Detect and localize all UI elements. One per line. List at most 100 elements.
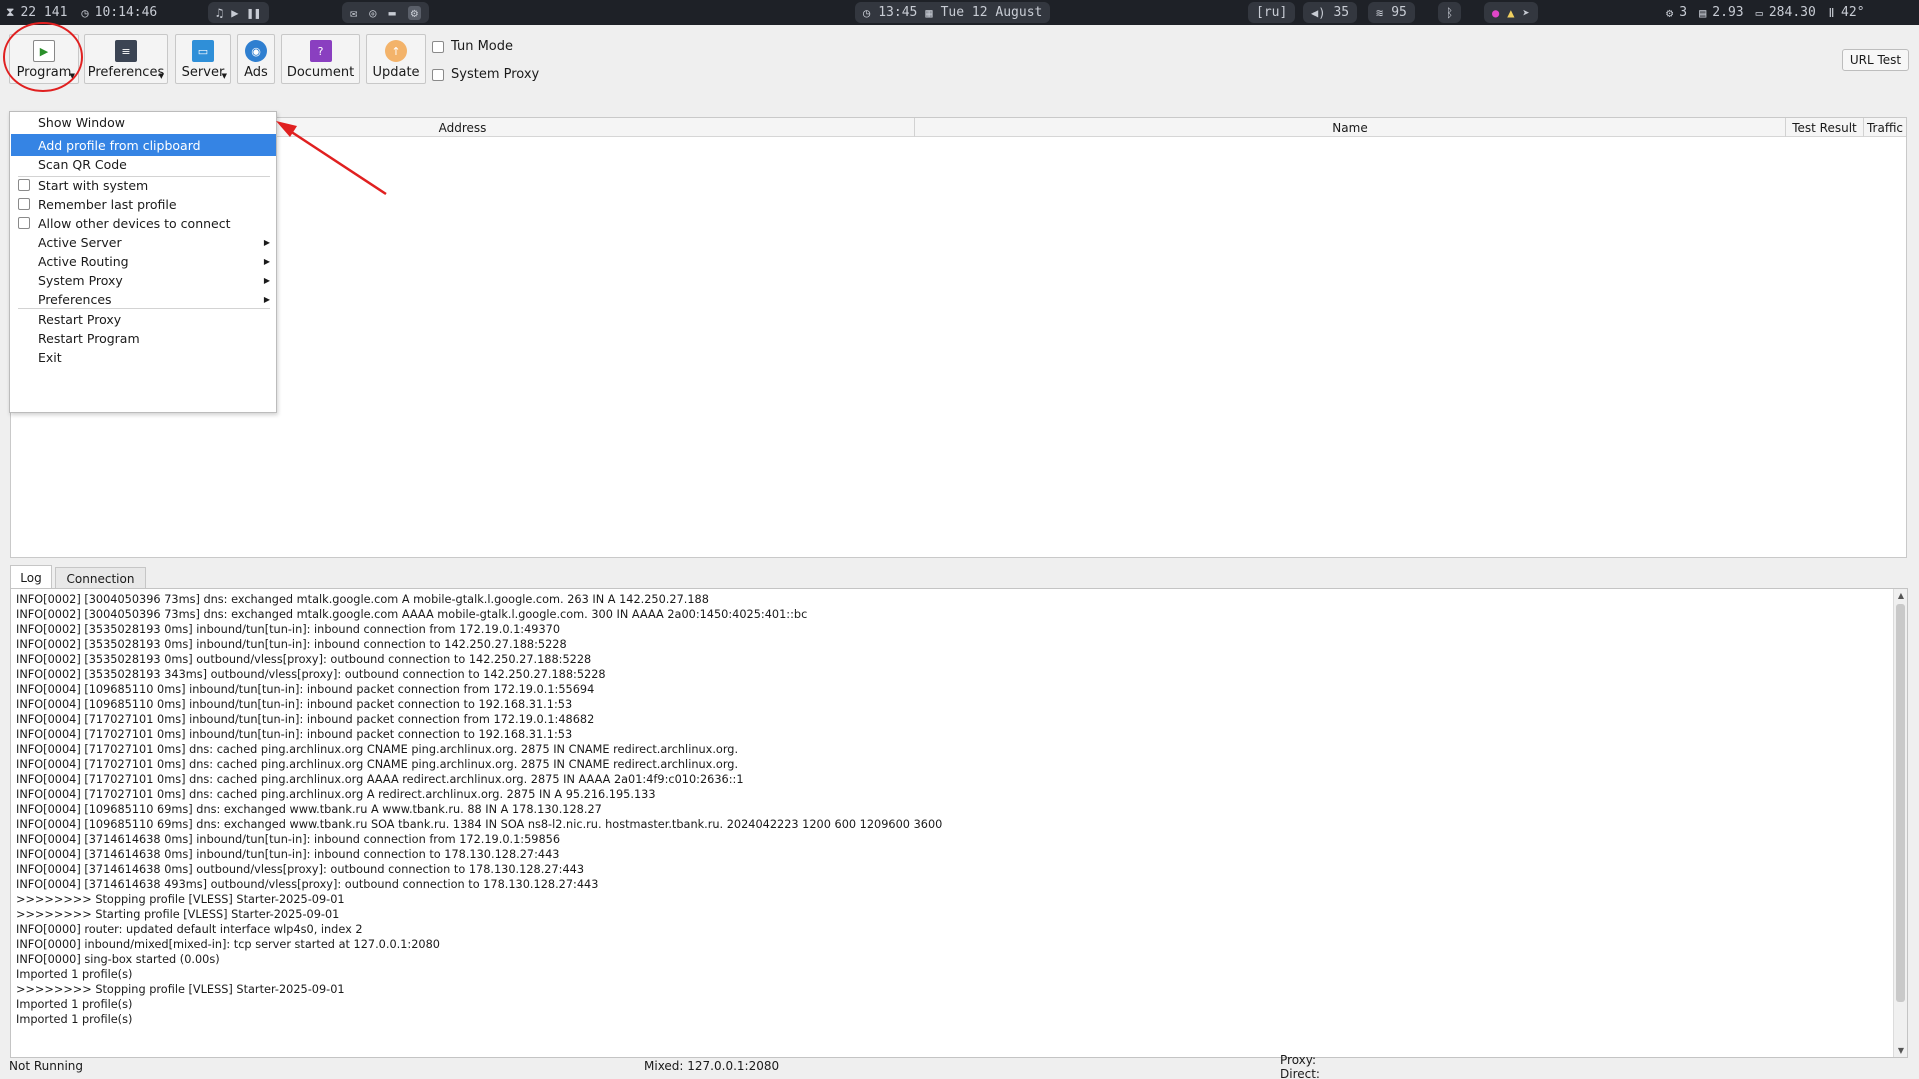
log-line: Imported 1 profile(s) [16, 968, 133, 981]
log-line: INFO[0000] router: updated default inter… [16, 923, 363, 936]
browser-icon[interactable]: ◎ [369, 6, 376, 20]
document-button[interactable]: ? Document [281, 34, 360, 84]
keyboard-layout[interactable]: [ru] [1248, 2, 1296, 23]
preferences-icon: ≡ [115, 40, 137, 62]
tab-log[interactable]: Log [10, 565, 52, 589]
bluetooth-icon: ᛒ [1446, 5, 1454, 20]
profile-table[interactable]: Address Name Test Result Traffic [10, 117, 1907, 558]
scroll-down-icon[interactable]: ▼ [1894, 1044, 1907, 1057]
ads-label: Ads [244, 65, 268, 80]
server-button[interactable]: ▭ Server ▼ [175, 34, 231, 84]
log-line: INFO[0004] [717027101 0ms] dns: cached p… [16, 743, 739, 756]
log-line: INFO[0004] [109685110 69ms] dns: exchang… [16, 818, 943, 831]
wifi-text: 95 [1391, 5, 1407, 20]
dropdown-arrow-icon: ▼ [158, 72, 164, 80]
column-address-label: Address [438, 120, 487, 135]
program-button[interactable]: ▶ Program ▼ [9, 34, 79, 84]
menu-item-label: Preferences [38, 291, 112, 307]
clock-widget[interactable]: ◷ 13:45 ▦ Tue 12 August [855, 2, 1051, 23]
log-line: INFO[0002] [3535028193 0ms] inbound/tun[… [16, 638, 567, 651]
update-button[interactable]: ↑ Update [366, 34, 426, 84]
system-proxy-box[interactable] [432, 68, 444, 81]
checkbox-icon[interactable] [18, 179, 30, 191]
url-test-button[interactable]: URL Test [1842, 49, 1909, 71]
log-line: >>>>>>>> Stopping profile [VLESS] Starte… [16, 983, 345, 996]
menu-item-label: Scan QR Code [38, 156, 127, 172]
submenu-arrow-icon: ▶ [263, 275, 270, 285]
volume-icon: ◀) [1311, 5, 1326, 20]
scroll-up-icon[interactable]: ▲ [1894, 589, 1907, 602]
settings-icon[interactable]: ⚙ [407, 5, 421, 20]
log-panel[interactable]: INFO[0002] [3004050396 73ms] dns: exchan… [10, 588, 1908, 1058]
bluetooth-widget[interactable]: ᛒ [1438, 2, 1462, 23]
menu-separator [18, 308, 270, 309]
clock-icon: ◷ [863, 5, 871, 20]
wifi-icon: ≋ [1376, 5, 1384, 20]
volume-text: 35 [1333, 5, 1350, 20]
menu-item-label: Active Routing [38, 253, 129, 269]
pause-icon[interactable]: ❚❚ [246, 6, 260, 20]
uptime-icon: ◷ [81, 5, 89, 20]
tun-mode-checkbox[interactable]: Tun Mode [432, 39, 513, 54]
preferences-button[interactable]: ≡ Preferences ▼ [84, 34, 168, 84]
menu-item-preferences[interactable]: Preferences ▶ [11, 288, 276, 310]
column-test-result-label: Test Result [1792, 120, 1857, 135]
clock-text: 13:45 [878, 5, 918, 20]
globe-icon: ◉ [245, 40, 267, 62]
tun-mode-box[interactable] [432, 40, 444, 53]
calendar-icon: ▦ [925, 5, 933, 20]
log-line: INFO[0002] [3535028193 343ms] outbound/v… [16, 668, 606, 681]
system-proxy-checkbox[interactable]: System Proxy [432, 67, 539, 82]
log-scrollbar[interactable]: ▲ ▼ [1893, 589, 1907, 1057]
preferences-label: Preferences [87, 65, 165, 80]
status-proxy: Proxy: [1280, 1053, 1317, 1067]
log-line: INFO[0004] [3714614638 0ms] outbound/vle… [16, 863, 585, 876]
column-traffic[interactable]: Traffic [1864, 118, 1906, 137]
menu-item-label: Restart Program [38, 330, 140, 346]
date-text: Tue 12 August [940, 5, 1043, 20]
log-line: INFO[0004] [717027101 0ms] dns: cached p… [16, 788, 656, 801]
menu-item-label: Show Window [38, 114, 125, 130]
menu-item-label: Add profile from clipboard [38, 137, 201, 153]
menu-item-exit[interactable]: Exit [11, 346, 276, 368]
wifi-widget[interactable]: ≋ 95 [1368, 2, 1415, 23]
music-icon[interactable]: ♫ [216, 6, 223, 20]
help-icon: ? [309, 40, 332, 62]
layout-text: [ru] [1256, 5, 1288, 20]
submenu-arrow-icon: ▶ [263, 256, 270, 266]
log-line: INFO[0004] [3714614638 0ms] inbound/tun[… [16, 848, 560, 861]
hourglass-icon: ⧗ [6, 5, 15, 19]
checkbox-icon[interactable] [18, 217, 30, 229]
column-test-result[interactable]: Test Result [1786, 118, 1864, 137]
menu-item-show-window[interactable]: Show Window [11, 111, 276, 133]
log-line: INFO[0000] inbound/mixed[mixed-in]: tcp … [16, 938, 440, 951]
app-tray-icon[interactable]: ● [1492, 6, 1499, 20]
folder-icon[interactable]: ▬ [388, 6, 395, 20]
document-label: Document [286, 65, 355, 80]
log-line: INFO[0004] [717027101 0ms] inbound/tun[t… [16, 728, 573, 741]
menu-item-scan-qr-code[interactable]: Scan QR Code [11, 153, 276, 175]
status-state: Not Running [9, 1059, 84, 1073]
submenu-arrow-icon: ▶ [263, 237, 270, 247]
tab-connection[interactable]: Connection [55, 567, 146, 589]
scroll-thumb[interactable] [1896, 604, 1905, 1002]
system-stats: ⚙ 3 ▤ 2.93 ▭ 284.30 ǁ 42° [1666, 0, 1865, 25]
table-header: Address Name Test Result Traffic [11, 118, 1906, 137]
log-line: >>>>>>>> Starting profile [VLESS] Starte… [16, 908, 340, 921]
volume-widget[interactable]: ◀) 35 [1303, 2, 1358, 23]
telegram-icon[interactable]: ➤ [1522, 6, 1529, 20]
tab-log-label: Log [20, 570, 42, 585]
lock-tray-icon[interactable]: ▲ [1507, 6, 1514, 20]
ads-button[interactable]: ◉ Ads [237, 34, 275, 84]
play-icon[interactable]: ▶ [231, 6, 238, 20]
program-icon: ▶ [33, 40, 55, 62]
column-name[interactable]: Name [915, 118, 1786, 137]
log-line: INFO[0004] [109685110 0ms] inbound/tun[t… [16, 683, 595, 696]
log-line: INFO[0004] [109685110 69ms] dns: exchang… [16, 803, 602, 816]
checkbox-icon[interactable] [18, 198, 30, 210]
system-proxy-label: System Proxy [451, 67, 540, 82]
log-line: Imported 1 profile(s) [16, 1013, 133, 1026]
status-direct: Direct: [1280, 1067, 1320, 1079]
update-label: Update [372, 65, 420, 80]
mail-icon[interactable]: ✉ [350, 6, 357, 20]
